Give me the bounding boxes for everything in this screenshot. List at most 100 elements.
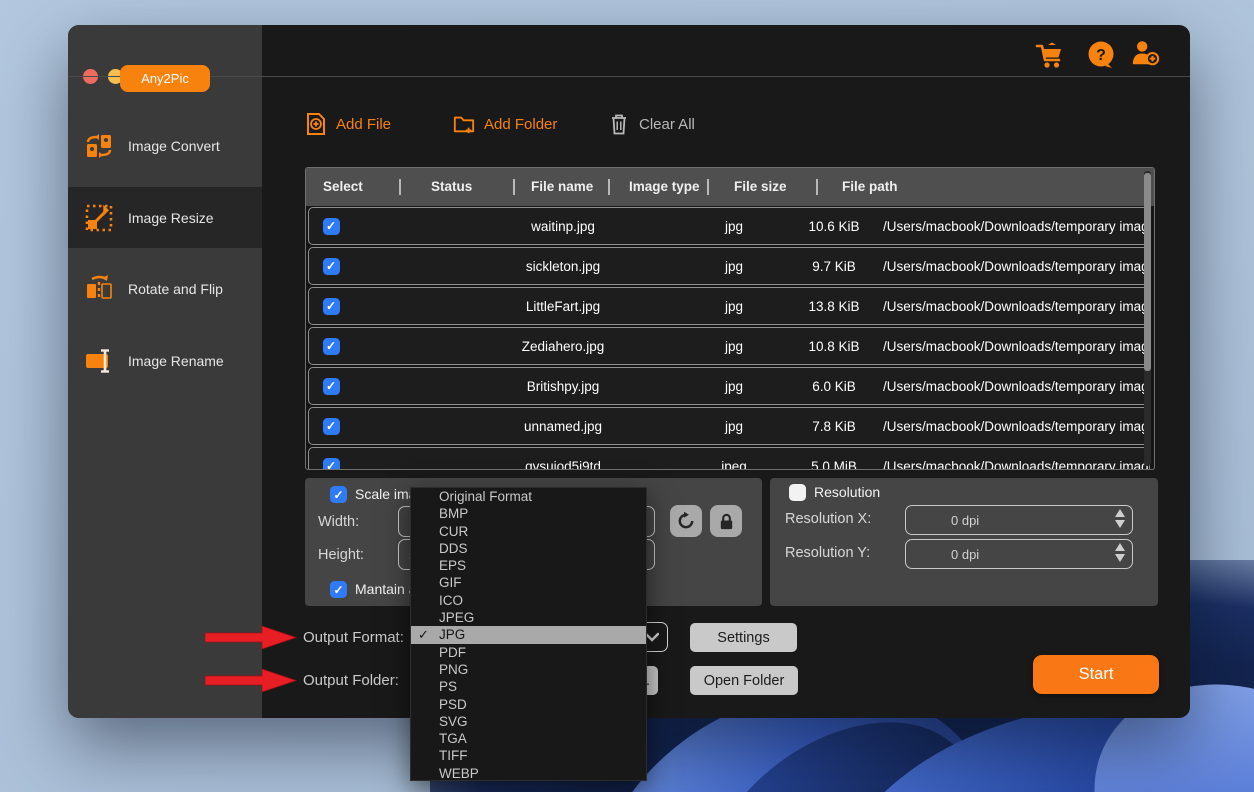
cell-file-path: /Users/macbook/Downloads/temporary image…	[883, 419, 1149, 434]
row-select-checkbox[interactable]	[323, 298, 340, 315]
format-dropdown-item[interactable]: PNG	[411, 661, 646, 678]
format-dropdown-item[interactable]: PS	[411, 678, 646, 695]
spinner-arrows-icon[interactable]	[1115, 509, 1125, 528]
add-user-icon[interactable]	[1130, 38, 1160, 68]
format-dropdown-item[interactable]: EPS	[411, 557, 646, 574]
format-dropdown-item[interactable]: ICO	[411, 592, 646, 609]
add-file-icon	[305, 112, 327, 136]
table-row[interactable]: qvsuiod5i9td jpeg 5.0 MiB /Users/macbook…	[308, 447, 1150, 469]
format-dropdown-item-label: JPEG	[439, 610, 474, 625]
format-dropdown-item[interactable]: GIF	[411, 574, 646, 591]
sidebar-item-image-convert[interactable]: Image Convert	[68, 115, 262, 176]
table-row[interactable]: Zediahero.jpg jpg 10.8 KiB /Users/macboo…	[308, 327, 1150, 365]
format-dropdown-item-label: PDF	[439, 645, 466, 660]
row-select-checkbox[interactable]	[323, 338, 340, 355]
table-row[interactable]: Britishpy.jpg jpg 6.0 KiB /Users/macbook…	[308, 367, 1150, 405]
row-select-checkbox[interactable]	[323, 418, 340, 435]
cell-file-size: 5.0 MiB	[785, 459, 883, 470]
start-button[interactable]: Start	[1033, 655, 1159, 694]
cell-file-name: waitinp.jpg	[443, 219, 683, 234]
swap-dimensions-button[interactable]	[670, 505, 702, 537]
format-dropdown-item[interactable]: BMP	[411, 505, 646, 522]
clear-all-button[interactable]: Clear All	[608, 112, 695, 136]
cell-file-size: 13.8 KiB	[785, 299, 883, 314]
cell-image-type: jpg	[683, 339, 785, 354]
table-row[interactable]: LittleFart.jpg jpg 13.8 KiB /Users/macbo…	[308, 287, 1150, 325]
format-dropdown-item[interactable]: PDF	[411, 644, 646, 661]
format-dropdown-item-label: SVG	[439, 714, 468, 729]
cell-file-name: LittleFart.jpg	[443, 299, 683, 314]
add-folder-button[interactable]: Add Folder	[453, 112, 557, 136]
cell-file-size: 9.7 KiB	[785, 259, 883, 274]
sidebar-item-label: Image Rename	[128, 353, 224, 369]
spinner-arrows-icon[interactable]	[1115, 543, 1125, 562]
format-dropdown-item[interactable]: PSD	[411, 696, 646, 713]
row-select-checkbox[interactable]	[323, 258, 340, 275]
format-dropdown-item[interactable]: CUR	[411, 523, 646, 540]
cell-file-size: 7.8 KiB	[785, 419, 883, 434]
format-dropdown-item-label: WEBP	[439, 766, 479, 781]
resolution-checkbox[interactable]	[789, 484, 806, 501]
column-header-select: Select	[323, 179, 363, 194]
format-dropdown-item[interactable]: JPEG	[411, 609, 646, 626]
resolution-x-input[interactable]: 0 dpi	[905, 505, 1133, 535]
add-folder-label: Add Folder	[484, 116, 557, 133]
file-table-header: Select Status File name Image type File …	[306, 168, 1154, 206]
table-scrollbar-thumb[interactable]	[1144, 173, 1151, 371]
column-separator	[608, 179, 610, 195]
row-select-checkbox[interactable]	[323, 218, 340, 235]
column-header-image-type: Image type	[629, 179, 700, 194]
settings-button[interactable]: Settings	[690, 623, 797, 652]
annotation-arrow-output-folder	[205, 668, 297, 693]
output-folder-label: Output Folder:	[303, 672, 399, 689]
format-dropdown-item-label: CUR	[439, 524, 468, 539]
format-dropdown-item-label: PS	[439, 679, 457, 694]
format-dropdown-item[interactable]: Original Format	[411, 488, 646, 505]
resolution-y-input[interactable]: 0 dpi	[905, 539, 1133, 569]
format-dropdown-item[interactable]: JPG	[411, 626, 646, 643]
sidebar-item-rotate-and-flip[interactable]: Rotate and Flip	[68, 258, 262, 319]
image-resize-icon	[84, 203, 114, 233]
table-row[interactable]: waitinp.jpg jpg 10.6 KiB /Users/macbook/…	[308, 207, 1150, 245]
format-dropdown-item[interactable]: WEBP	[411, 765, 646, 782]
cell-file-size: 10.6 KiB	[785, 219, 883, 234]
format-dropdown-item-label: PNG	[439, 662, 468, 677]
format-dropdown-item-label: JPG	[439, 627, 465, 642]
cell-image-type: jpg	[683, 219, 785, 234]
open-folder-button[interactable]: Open Folder	[690, 666, 798, 695]
format-dropdown-item[interactable]: DDS	[411, 540, 646, 557]
annotation-arrow-output-format	[205, 625, 297, 650]
cell-file-name: qvsuiod5i9td	[443, 459, 683, 470]
image-convert-icon	[84, 131, 114, 161]
format-dropdown-item-label: TIFF	[439, 748, 468, 763]
format-dropdown-item[interactable]: TGA	[411, 730, 646, 747]
help-icon[interactable]: ?	[1086, 40, 1116, 70]
height-label: Height:	[318, 547, 364, 563]
file-table: Select Status File name Image type File …	[305, 167, 1155, 470]
column-separator	[399, 179, 401, 195]
column-separator	[707, 179, 709, 195]
resolution-x-label: Resolution X:	[785, 511, 871, 527]
sidebar-item-image-resize[interactable]: Image Resize	[68, 187, 262, 248]
lock-aspect-button[interactable]	[710, 505, 742, 537]
add-folder-icon	[453, 112, 475, 136]
add-file-label: Add File	[336, 116, 391, 133]
table-row[interactable]: sickleton.jpg jpg 9.7 KiB /Users/macbook…	[308, 247, 1150, 285]
cell-file-path: /Users/macbook/Downloads/temporary image…	[883, 339, 1149, 354]
format-dropdown-item-label: GIF	[439, 575, 462, 590]
cell-file-path: /Users/macbook/Downloads/temporary image…	[883, 219, 1149, 234]
format-dropdown-item[interactable]: TIFF	[411, 747, 646, 764]
resolution-y-label: Resolution Y:	[785, 545, 870, 561]
row-select-checkbox[interactable]	[323, 378, 340, 395]
table-row[interactable]: unnamed.jpg jpg 7.8 KiB /Users/macbook/D…	[308, 407, 1150, 445]
cell-image-type: jpeg	[683, 459, 785, 470]
sidebar: Image Convert Image Resize	[68, 25, 262, 718]
sidebar-item-image-rename[interactable]: Image Rename	[68, 330, 262, 391]
maintain-aspect-checkbox[interactable]	[330, 581, 347, 598]
row-select-checkbox[interactable]	[323, 458, 340, 470]
format-dropdown-item[interactable]: SVG	[411, 713, 646, 730]
scale-image-checkbox[interactable]	[330, 486, 347, 503]
cart-icon[interactable]	[1035, 40, 1065, 70]
cell-file-name: unnamed.jpg	[443, 419, 683, 434]
add-file-button[interactable]: Add File	[305, 112, 391, 136]
